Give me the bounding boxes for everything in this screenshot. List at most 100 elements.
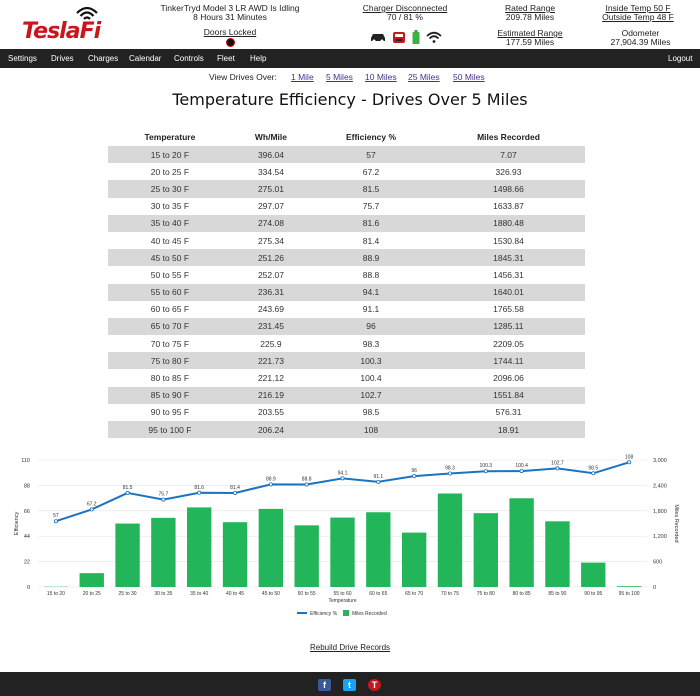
charger-icon[interactable] xyxy=(392,31,406,44)
table-row: 25 to 30 F 275.01 81.5 1498.66 xyxy=(108,180,585,198)
efficiency-data-label: 91.1 xyxy=(373,474,383,480)
doors-block: Doors Locked xyxy=(190,28,270,48)
table-cell: 55 to 60 F xyxy=(108,283,232,301)
nav-calendar[interactable]: Calendar xyxy=(129,49,161,68)
table-cell: 1456.31 xyxy=(431,266,585,284)
table-cell: 251.26 xyxy=(231,249,311,267)
table-row: 85 to 90 F 216.19 102.7 1551.84 xyxy=(108,386,585,404)
table-cell: 1498.66 xyxy=(431,180,585,198)
y-right-tick: 1,200 xyxy=(653,534,667,540)
filter-label: View Drives Over: xyxy=(209,72,277,82)
battery-icon[interactable] xyxy=(412,30,420,44)
x-tick-label: 85 to 90 xyxy=(548,591,566,597)
table-cell: 396.04 xyxy=(231,146,311,164)
table-cell: 40 to 45 F xyxy=(108,231,232,250)
table-cell: 94.1 xyxy=(310,283,432,301)
table-cell: 1744.11 xyxy=(431,352,585,370)
nav-help[interactable]: Help xyxy=(250,49,266,68)
table-cell: 25 to 30 F xyxy=(108,180,232,198)
efficiency-data-label: 102.7 xyxy=(551,460,564,466)
nav-controls[interactable]: Controls xyxy=(174,49,204,68)
miles-bar xyxy=(79,573,104,587)
table-row: 30 to 35 F 297.07 75.7 1633.87 xyxy=(108,197,585,215)
y-left-tick: 110 xyxy=(21,458,30,464)
efficiency-point xyxy=(519,469,524,474)
table-cell: 243.69 xyxy=(231,300,311,318)
miles-bar xyxy=(187,507,212,587)
x-tick-label: 95 to 100 xyxy=(619,591,640,597)
estimated-range-value: 177.59 Miles xyxy=(505,37,555,47)
efficiency-point xyxy=(483,469,488,474)
table-cell: 88.9 xyxy=(310,249,432,267)
nav-fleet[interactable]: Fleet xyxy=(217,49,235,68)
table-cell: 2096.06 xyxy=(431,369,585,387)
efficiency-point xyxy=(53,519,58,524)
efficiency-data-label: 100.3 xyxy=(480,463,493,469)
x-tick-label: 15 to 20 xyxy=(47,591,65,597)
table-row: 15 to 20 F 396.04 57 7.07 xyxy=(108,146,585,164)
facebook-icon[interactable]: f xyxy=(318,679,331,691)
table-row: 95 to 100 F 206.24 108 18.91 xyxy=(108,421,585,439)
efficiency-point xyxy=(304,482,309,487)
rated-range-value: 209.78 Miles xyxy=(505,12,555,22)
efficiency-point xyxy=(268,482,273,487)
efficiency-data-label: 96 xyxy=(411,468,417,474)
y-right-tick: 600 xyxy=(653,560,662,566)
table-cell: 90 to 95 F xyxy=(108,403,232,421)
efficiency-data-label: 67.2 xyxy=(87,501,97,507)
table-cell: 1845.31 xyxy=(431,249,585,267)
table-cell: 221.73 xyxy=(231,352,311,370)
rebuild-drive-records-link[interactable]: Rebuild Drive Records xyxy=(310,643,390,652)
table-cell: 30 to 35 F xyxy=(108,197,232,215)
x-tick-label: 45 to 50 xyxy=(262,591,280,597)
col-miles: Miles Recorded xyxy=(477,132,540,142)
nav-drives[interactable]: Drives xyxy=(51,49,74,68)
col-wh-mile: Wh/Mile xyxy=(254,132,287,142)
twitter-icon[interactable]: t xyxy=(343,679,356,691)
filter-5-miles[interactable]: 5 Miles xyxy=(326,72,353,82)
filter-50-miles[interactable]: 50 Miles xyxy=(453,72,485,82)
teslafi-icon[interactable]: T xyxy=(368,679,381,691)
miles-bar xyxy=(473,513,498,587)
miles-bar xyxy=(437,493,463,587)
x-tick-label: 30 to 35 xyxy=(154,591,172,597)
efficiency-data-label: 81.5 xyxy=(123,485,133,491)
vehicle-status-block: TinkerTryd Model 3 LR AWD Is Idling 8 Ho… xyxy=(150,4,310,22)
col-temperature: Temperature xyxy=(144,132,196,142)
y-right-tick: 3,000 xyxy=(653,458,667,464)
doors-status[interactable]: Doors Locked xyxy=(190,28,270,37)
table-cell: 50 to 55 F xyxy=(108,266,232,284)
efficiency-point xyxy=(233,491,238,496)
table-cell: 334.54 xyxy=(231,163,311,181)
nav-charges[interactable]: Charges xyxy=(88,49,118,68)
odometer-block: Odometer 27,904.39 Miles xyxy=(598,29,683,47)
table-cell: 91.1 xyxy=(310,300,432,318)
table-cell: 576.31 xyxy=(431,403,585,421)
table-cell: 85 to 90 F xyxy=(108,386,232,404)
efficiency-data-label: 88.8 xyxy=(302,476,312,482)
efficiency-point xyxy=(340,476,345,481)
table-row: 35 to 40 F 274.08 81.6 1880.48 xyxy=(108,214,585,232)
car-icon[interactable] xyxy=(370,32,386,42)
table-cell: 221.12 xyxy=(231,369,311,387)
efficiency-data-label: 94.1 xyxy=(338,470,348,476)
table-row: 60 to 65 F 243.69 91.1 1765.58 xyxy=(108,300,585,318)
wifi-icon[interactable] xyxy=(426,31,442,43)
filter-1-mile[interactable]: 1 Mile xyxy=(291,72,314,82)
miles-bar xyxy=(222,522,248,587)
efficiency-point xyxy=(89,507,94,512)
y-right-tick: 2,400 xyxy=(653,483,667,489)
nav-settings[interactable]: Settings xyxy=(8,49,37,68)
filter-25-miles[interactable]: 25 Miles xyxy=(408,72,440,82)
table-cell: 203.55 xyxy=(231,403,311,421)
y-left-tick: 22 xyxy=(24,560,30,566)
filter-10-miles[interactable]: 10 Miles xyxy=(365,72,397,82)
table-cell: 1551.84 xyxy=(431,386,585,404)
table-cell: 108 xyxy=(310,421,432,439)
nav-logout[interactable]: Logout xyxy=(668,49,692,68)
teslafi-logo[interactable]: TeslaFi xyxy=(22,5,102,45)
efficiency-data-label: 88.9 xyxy=(266,476,276,482)
miles-bar xyxy=(401,532,427,587)
outside-temp[interactable]: Outside Temp 48 F xyxy=(597,13,679,22)
efficiency-point xyxy=(627,460,632,465)
